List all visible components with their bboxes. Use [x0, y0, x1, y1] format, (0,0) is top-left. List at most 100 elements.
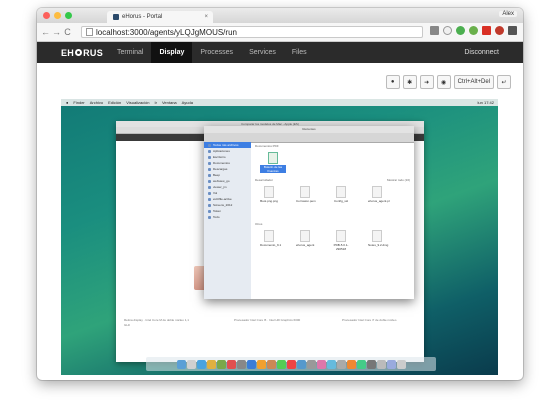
dock-app-icon[interactable] [226, 359, 236, 369]
maximize-window-button[interactable] [65, 12, 72, 19]
show-all-link[interactable]: Mostrar todo (16) [387, 178, 410, 182]
file-item[interactable]: Notes_9.2.dmg [368, 230, 389, 247]
dock-app-icon[interactable] [256, 359, 266, 369]
menu-icon[interactable] [508, 26, 517, 35]
browser-window: eHorus - Portal × Alex ← → C localhost:3… [37, 8, 523, 380]
finder-sidebar-label: Descargas [213, 167, 228, 171]
eye-icon[interactable]: ◉ [436, 75, 451, 89]
folder-icon [208, 143, 211, 147]
ehorus-logo: EH RUS [37, 42, 109, 63]
file-item[interactable]: Boletín de las finanzas [260, 152, 286, 173]
tab-services[interactable]: Services [241, 42, 284, 63]
browser-tab[interactable]: eHorus - Portal × [107, 11, 213, 23]
section-recent: Documentos PDF [255, 144, 279, 148]
dock-app-icon[interactable] [346, 359, 356, 369]
tab-close-icon[interactable]: × [204, 14, 208, 20]
arrow-icon[interactable]: ➜ [419, 75, 434, 89]
window-controls [43, 12, 72, 19]
mac-dock [146, 357, 436, 371]
dock-app-icon[interactable] [186, 359, 196, 369]
profile-button[interactable]: Alex [499, 11, 517, 17]
dock-app-icon[interactable] [356, 359, 366, 369]
reload-button[interactable]: C [62, 27, 73, 37]
disconnect-button[interactable]: Disconnect [464, 42, 499, 63]
dock-app-icon[interactable] [316, 359, 326, 369]
folder-icon [208, 149, 211, 153]
document-icon [336, 230, 346, 242]
apple-icon: ● [66, 100, 69, 105]
finder-sidebar: Todos mis archivos Aplicaciones Escritorio… [204, 142, 251, 299]
file-item[interactable]: Boot.png.png [260, 186, 278, 203]
menu-ventana: Ventana [161, 100, 177, 105]
tab-terminal[interactable]: Terminal [109, 42, 151, 63]
address-bar[interactable]: localhost:3000/agents/yLQJgMOUS/run [81, 26, 423, 38]
key-icon[interactable] [430, 26, 439, 35]
dock-app-icon[interactable] [306, 359, 316, 369]
finder-sidebar-label: viewer_jm [213, 185, 227, 189]
extension-icons [430, 26, 517, 35]
extension-green-icon[interactable] [456, 26, 465, 35]
file-item[interactable]: ehorus_agent.pl [368, 186, 390, 203]
dock-app-icon[interactable] [366, 359, 376, 369]
dock-app-icon[interactable] [376, 359, 386, 369]
finder-sidebar-label: Todo [213, 215, 220, 219]
menu-visualizacion: Visualización [126, 100, 150, 105]
logo-text-left: EH [61, 47, 75, 58]
drop-icon[interactable]: ● [385, 75, 400, 89]
dock-app-icon[interactable] [296, 359, 306, 369]
document-icon [264, 186, 274, 198]
dock-app-icon[interactable] [246, 359, 256, 369]
back-button[interactable]: ← [40, 27, 51, 37]
gmail-icon[interactable] [482, 26, 491, 35]
file-item[interactable]: Config_ssl [332, 186, 350, 203]
browser-toolbar: ← → C localhost:3000/agents/yLQJgMOUS/ru… [37, 23, 523, 42]
dock-app-icon[interactable] [276, 359, 286, 369]
file-item[interactable]: Corrosion.pem [296, 186, 316, 203]
forward-button[interactable]: → [51, 27, 62, 37]
dock-app-icon[interactable] [326, 359, 336, 369]
menu-clock: lun 17:42 [477, 100, 494, 105]
file-item[interactable]: PDB-5.0.1-290518 [332, 230, 350, 251]
asterisk-icon[interactable]: ✱ [402, 75, 417, 89]
adblock-icon[interactable] [495, 26, 504, 35]
tab-files[interactable]: Files [284, 42, 315, 63]
evernote-icon[interactable] [469, 26, 478, 35]
file-label: Boletín de las finanzas [260, 165, 286, 173]
ctrl-alt-del-button[interactable]: Ctrl+Alt+Del [453, 75, 494, 89]
file-item[interactable]: Documento_9.1 [260, 230, 282, 247]
file-label: Notes_9.2.dmg [368, 243, 389, 247]
finder-sidebar-label: Vol [213, 191, 218, 195]
dock-app-icon[interactable] [386, 359, 396, 369]
tab-processes[interactable]: Processes [192, 42, 241, 63]
tab-display[interactable]: Display [151, 42, 193, 63]
menu-finder: Finder [73, 100, 85, 105]
star-icon[interactable] [443, 26, 452, 35]
dock-app-icon[interactable] [266, 359, 276, 369]
return-icon[interactable]: ↵ [497, 75, 511, 89]
finder-sidebar-label: Aplicaciones [213, 149, 230, 153]
finder-sidebar-label: Beep [213, 173, 221, 177]
folder-icon [208, 191, 211, 195]
remote-desktop-view[interactable]: ● Finder Archivo Edición Visualización I… [61, 99, 498, 375]
dock-app-icon[interactable] [396, 359, 406, 369]
dock-app-icon[interactable] [236, 359, 246, 369]
dock-app-icon[interactable] [216, 359, 226, 369]
finder-sidebar-label: Escritorio [213, 155, 226, 159]
finder-title: Recientes [204, 126, 414, 133]
minimize-window-button[interactable] [54, 12, 61, 19]
folder-icon [208, 209, 211, 213]
close-window-button[interactable] [43, 12, 50, 19]
section-desktop: Desarrollador [255, 178, 274, 182]
dock-app-icon[interactable] [286, 359, 296, 369]
dock-app-icon[interactable] [206, 359, 216, 369]
menu-ir: Ir [154, 100, 157, 105]
dock-app-icon[interactable] [336, 359, 346, 369]
folder-icon [208, 203, 211, 207]
finder-sidebar-item[interactable]: Todo [204, 214, 251, 220]
file-label: Documento_9.1 [260, 243, 282, 247]
file-label: ehorus_agent [296, 243, 315, 247]
dock-app-icon[interactable] [196, 359, 206, 369]
dock-app-icon[interactable] [176, 359, 186, 369]
file-item[interactable]: ehorus_agent [296, 230, 314, 247]
folder-icon [208, 155, 211, 159]
